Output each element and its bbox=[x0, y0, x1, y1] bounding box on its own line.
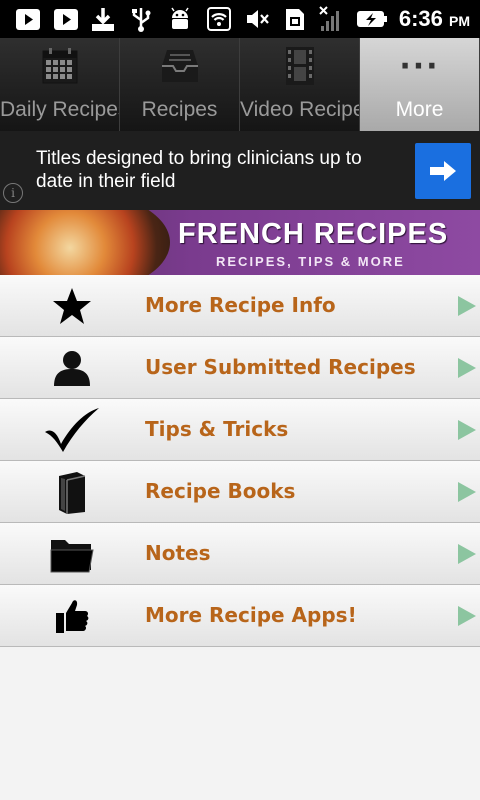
android-debug-icon bbox=[166, 5, 194, 33]
tab-label: Recipes bbox=[141, 98, 218, 121]
header-banner: FRENCH RECIPES RECIPES, TIPS & MORE bbox=[0, 210, 480, 275]
food-dish-image bbox=[0, 210, 170, 275]
tab-label: Daily Recipes bbox=[0, 98, 119, 121]
status-bar: 6:36 PM bbox=[0, 0, 480, 38]
menu-item-user-submitted-recipes[interactable]: User Submitted Recipes bbox=[0, 337, 480, 399]
ad-text[interactable]: Titles designed to bring clinicians up t… bbox=[36, 147, 396, 193]
film-strip-icon bbox=[240, 46, 359, 86]
banner-title: FRENCH RECIPES bbox=[178, 218, 449, 250]
menu-item-label: Recipe Books bbox=[145, 479, 296, 503]
user-icon bbox=[42, 345, 102, 391]
star-icon bbox=[42, 283, 102, 329]
download-icon bbox=[89, 5, 117, 33]
more-dots-icon: ··· bbox=[399, 48, 440, 84]
menu-item-label: User Submitted Recipes bbox=[145, 355, 416, 379]
sim-card-icon bbox=[281, 5, 309, 33]
thumbs-up-icon bbox=[42, 593, 102, 639]
ad-open-button[interactable] bbox=[415, 143, 471, 199]
menu-list: More Recipe Info User Submitted Recipes … bbox=[0, 275, 480, 647]
play-store-icon bbox=[14, 5, 42, 33]
ad-banner[interactable]: Titles designed to bring clinicians up t… bbox=[0, 131, 480, 210]
status-clock: 6:36 PM bbox=[398, 6, 470, 31]
tab-label: More bbox=[395, 98, 444, 121]
wifi-icon bbox=[205, 5, 233, 33]
arrow-right-icon bbox=[458, 606, 476, 626]
tab-bar: Daily Recipes Recipes Video Recipe ··· M… bbox=[0, 38, 480, 131]
arrow-right-icon bbox=[458, 482, 476, 502]
arrow-right-icon bbox=[430, 161, 456, 181]
banner-subtitle: RECIPES, TIPS & MORE bbox=[216, 254, 405, 269]
tab-recipes[interactable]: Recipes bbox=[120, 38, 240, 131]
menu-item-notes[interactable]: Notes bbox=[0, 523, 480, 585]
book-icon bbox=[42, 469, 102, 515]
tab-label: Video Recipe bbox=[240, 98, 359, 121]
calendar-icon bbox=[0, 46, 119, 86]
arrow-right-icon bbox=[458, 296, 476, 316]
menu-item-label: More Recipe Info bbox=[145, 293, 336, 317]
arrow-right-icon bbox=[458, 544, 476, 564]
battery-charging-icon bbox=[356, 5, 388, 33]
inbox-tray-icon bbox=[120, 46, 239, 86]
arrow-right-icon bbox=[458, 420, 476, 440]
usb-icon bbox=[127, 5, 155, 33]
tab-video-recipe[interactable]: Video Recipe bbox=[240, 38, 360, 131]
signal-off-icon bbox=[318, 5, 346, 33]
volume-muted-icon bbox=[243, 5, 271, 33]
folder-icon bbox=[42, 531, 102, 577]
info-icon[interactable]: i bbox=[3, 183, 23, 203]
checkmark-icon bbox=[42, 407, 102, 453]
menu-item-label: Notes bbox=[145, 541, 211, 565]
menu-item-more-recipe-info[interactable]: More Recipe Info bbox=[0, 275, 480, 337]
menu-item-label: More Recipe Apps! bbox=[145, 603, 357, 627]
arrow-right-icon bbox=[458, 358, 476, 378]
menu-item-label: Tips & Tricks bbox=[145, 417, 289, 441]
play-store-icon bbox=[52, 5, 80, 33]
menu-item-more-recipe-apps[interactable]: More Recipe Apps! bbox=[0, 585, 480, 647]
menu-item-recipe-books[interactable]: Recipe Books bbox=[0, 461, 480, 523]
tab-daily-recipes[interactable]: Daily Recipes bbox=[0, 38, 120, 131]
menu-item-tips-tricks[interactable]: Tips & Tricks bbox=[0, 399, 480, 461]
tab-more[interactable]: ··· More bbox=[360, 38, 480, 131]
